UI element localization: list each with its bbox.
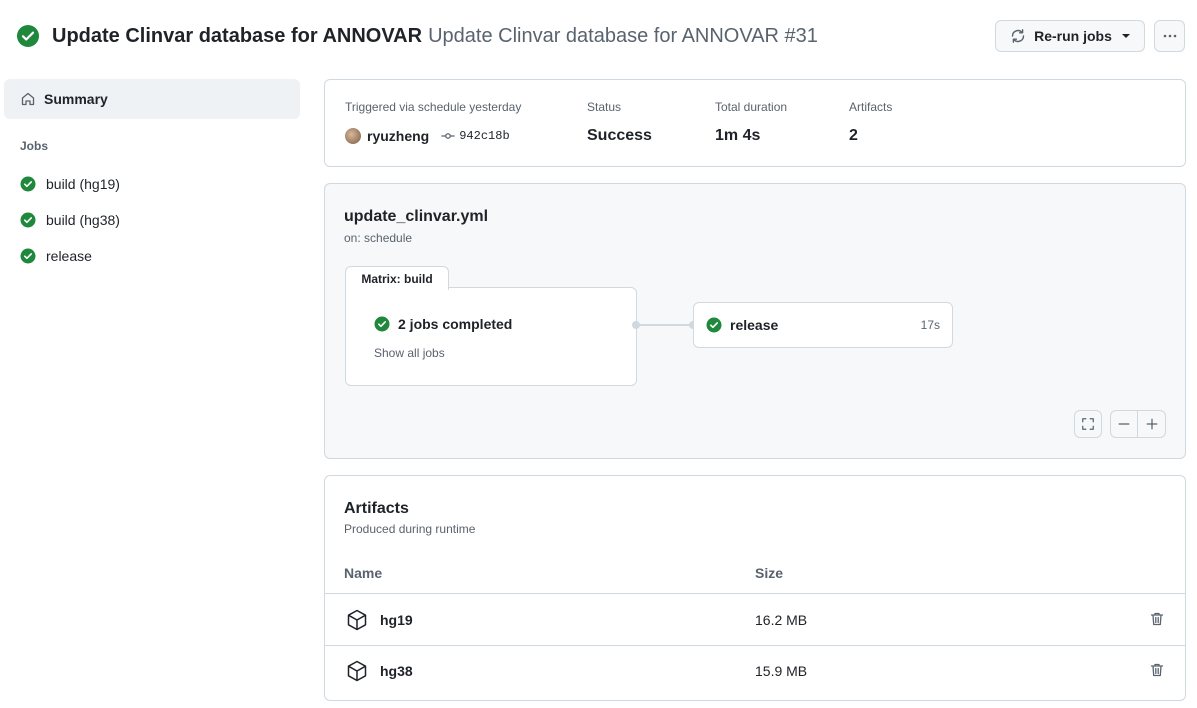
matrix-status-text: 2 jobs completed	[398, 316, 513, 332]
sidebar-item-label: release	[46, 248, 92, 264]
home-icon	[21, 92, 35, 106]
show-all-jobs-link[interactable]: Show all jobs	[374, 346, 445, 360]
zoom-in-button[interactable]	[1138, 410, 1166, 438]
avatar[interactable]	[345, 128, 361, 144]
user-link[interactable]: ryuzheng	[367, 128, 429, 144]
success-check-icon	[20, 212, 36, 228]
artifacts-subtitle: Produced during runtime	[344, 522, 476, 536]
commit-sha: 942c18b	[459, 129, 510, 143]
matrix-status: 2 jobs completed	[374, 316, 512, 332]
release-job-name: release	[730, 317, 779, 333]
jobs-heading: Jobs	[20, 139, 49, 153]
artifact-name-link[interactable]: hg38	[380, 663, 413, 679]
artifact-name-link[interactable]: hg19	[380, 612, 413, 628]
artifact-size: 15.9 MB	[755, 663, 808, 679]
artifacts-title: Artifacts	[344, 500, 409, 517]
duration-label: Total duration	[715, 100, 788, 114]
success-check-icon	[374, 316, 390, 332]
fullscreen-control	[1074, 410, 1102, 438]
run-summary-card: Triggered via schedule yesterday ryuzhen…	[324, 79, 1186, 167]
trash-icon[interactable]	[1149, 662, 1165, 678]
zoom-controls	[1110, 410, 1166, 438]
sidebar-item-build-hg38[interactable]: build (hg38)	[4, 200, 300, 240]
trash-icon[interactable]	[1149, 611, 1165, 627]
sidebar-item-summary[interactable]: Summary	[4, 79, 300, 119]
fullscreen-icon	[1082, 418, 1094, 430]
artifact-size: 16.2 MB	[755, 612, 808, 628]
column-header-name: Name	[344, 565, 383, 581]
success-check-icon	[20, 176, 36, 192]
plus-icon	[1146, 418, 1157, 430]
workflow-trigger: on: schedule	[344, 231, 413, 245]
more-actions-button[interactable]	[1154, 20, 1185, 52]
artifacts-count-label: Artifacts	[849, 100, 893, 114]
table-row: hg19 16.2 MB	[325, 595, 1185, 646]
rerun-jobs-button[interactable]: Re-run jobs	[995, 20, 1145, 52]
trigger-details: ryuzheng 942c18b	[345, 126, 531, 146]
workflow-file-name[interactable]: update_clinvar.yml	[344, 208, 488, 226]
kebab-horizontal-icon	[1163, 34, 1176, 38]
sidebar-item-build-hg19[interactable]: build (hg19)	[4, 164, 300, 204]
package-icon	[347, 660, 367, 682]
page-header: Update Clinvar database for ANNOVAR Upda…	[16, 20, 1185, 52]
sidebar: Summary Jobs build (hg19) build (hg38) r…	[4, 79, 300, 276]
column-header-size: Size	[755, 565, 784, 581]
matrix-job-group[interactable]: 2 jobs completed Show all jobs	[345, 287, 637, 386]
job-connector	[637, 324, 693, 326]
commit-link[interactable]: 942c18b	[441, 129, 510, 143]
sidebar-item-label: Summary	[44, 91, 108, 107]
artifacts-table-header: Name Size	[325, 554, 1185, 594]
release-job-duration: 17s	[920, 318, 940, 332]
jobs-list: build (hg19) build (hg38) release	[4, 164, 300, 276]
status-value: Success	[587, 127, 652, 144]
run-title: Update Clinvar database for ANNOVAR #31	[428, 24, 818, 47]
zoom-out-button[interactable]	[1110, 410, 1138, 438]
sidebar-item-label: build (hg38)	[46, 212, 120, 228]
duration-value: 1m 4s	[715, 127, 761, 144]
release-job-node[interactable]: release 17s	[693, 302, 953, 348]
success-check-icon	[17, 25, 39, 47]
workflow-title: Update Clinvar database for ANNOVAR	[52, 24, 423, 47]
package-icon	[347, 609, 367, 631]
workflow-graph-card: update_clinvar.yml on: schedule Matrix: …	[324, 183, 1186, 459]
fullscreen-button[interactable]	[1074, 410, 1102, 438]
rerun-jobs-label: Re-run jobs	[1034, 28, 1112, 44]
artifacts-card: Artifacts Produced during runtime Name S…	[324, 475, 1186, 701]
minus-icon	[1118, 423, 1130, 425]
chevron-down-icon	[1121, 34, 1130, 38]
sidebar-item-release[interactable]: release	[4, 236, 300, 276]
trigger-section: Triggered via schedule yesterday ryuzhen…	[345, 100, 531, 146]
success-check-icon	[706, 317, 722, 333]
duration-section: Total duration 1m 4s	[715, 100, 793, 146]
artifacts-count-value[interactable]: 2	[849, 126, 892, 146]
sync-icon	[1011, 29, 1025, 43]
status-section: Status Success	[587, 100, 659, 146]
artifacts-section: Artifacts 2	[849, 100, 892, 146]
success-check-icon	[20, 248, 36, 264]
matrix-label: Matrix: build	[345, 266, 449, 290]
trigger-label: Triggered via schedule yesterday	[345, 100, 522, 114]
git-commit-icon	[441, 133, 455, 139]
sidebar-item-label: build (hg19)	[46, 176, 120, 192]
table-row: hg38 15.9 MB	[325, 646, 1185, 697]
status-label: Status	[587, 100, 622, 114]
